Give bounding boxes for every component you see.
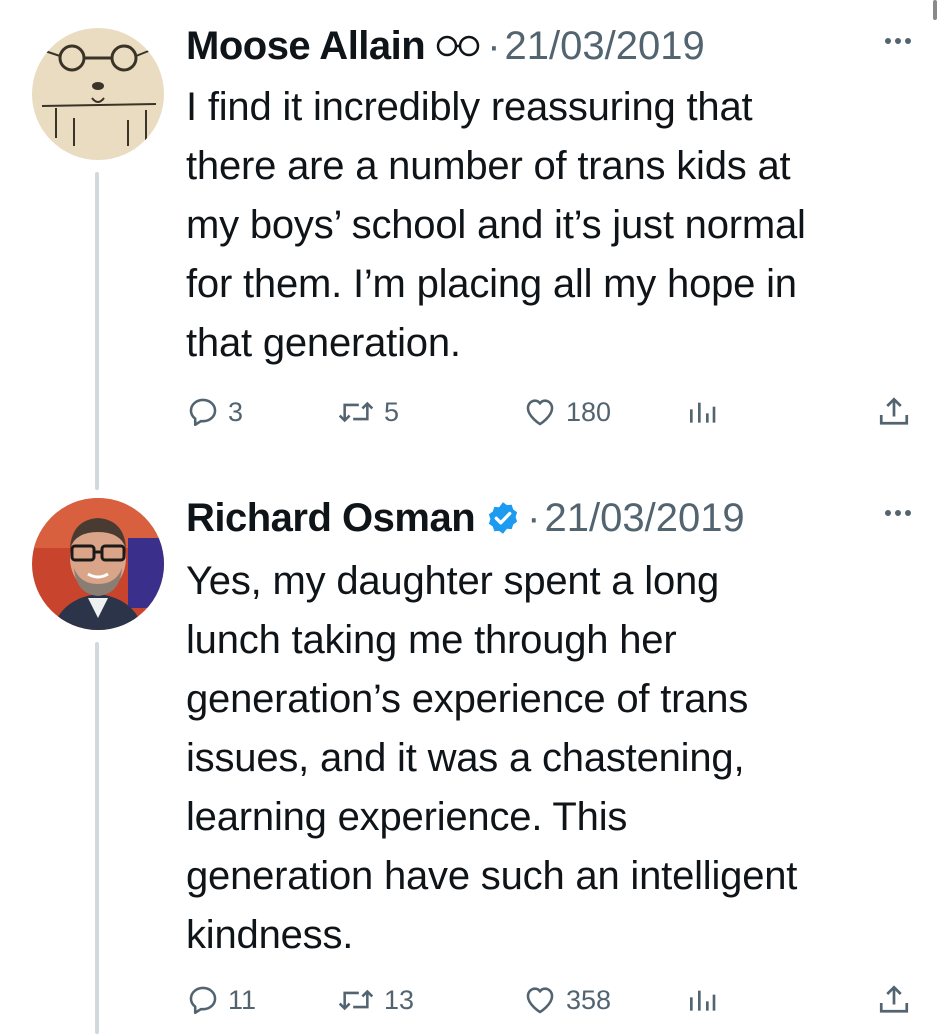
reply-button[interactable]: 3 [186, 390, 243, 434]
separator: · [487, 23, 501, 68]
retweet-button[interactable]: 13 [336, 978, 414, 1022]
separator: · [527, 495, 541, 540]
tweet-date[interactable]: 21/03/2019 [505, 24, 705, 69]
like-button[interactable]: 180 [522, 390, 611, 434]
avatar[interactable] [32, 28, 164, 160]
views-chart-icon [690, 402, 716, 423]
reply-button[interactable]: 11 [186, 978, 256, 1022]
tweet-actions: 3 5 180 [186, 390, 912, 434]
reply-count: 3 [228, 396, 244, 427]
glasses-emoji-icon [435, 34, 481, 58]
retweet-button[interactable]: 5 [336, 390, 399, 434]
views-chart-icon [690, 990, 716, 1011]
verified-badge-icon [485, 500, 521, 536]
views-button[interactable] [686, 390, 718, 434]
thread-line [95, 172, 99, 490]
retweet-count: 5 [384, 396, 400, 427]
heart-icon [526, 987, 554, 1014]
views-button[interactable] [686, 978, 718, 1022]
tweet-actions: 11 13 358 [186, 978, 912, 1022]
man-photo-avatar-image [32, 498, 164, 630]
tweet-header: Richard Osman · 21/03/2019 [186, 492, 911, 544]
reply-icon [189, 398, 217, 427]
tweet-date[interactable]: 21/03/2019 [544, 496, 744, 541]
retweet-icon [338, 989, 374, 1011]
share-icon [879, 397, 909, 425]
thread-line [95, 642, 99, 1034]
author-name[interactable]: Moose Allain [186, 24, 426, 69]
reply-icon [189, 986, 217, 1015]
tweet[interactable]: Richard Osman · 21/03/2019 Yes, my daugh… [0, 490, 945, 1034]
share-button[interactable] [876, 390, 912, 434]
reply-count: 11 [228, 984, 257, 1015]
tweet-text: Yes, my daughter spent a long lunch taki… [186, 559, 798, 957]
author-name[interactable]: Richard Osman [186, 496, 476, 541]
more-options-icon[interactable] [885, 38, 911, 44]
more-options-icon[interactable] [885, 510, 911, 516]
share-button[interactable] [876, 978, 912, 1022]
like-count: 180 [566, 396, 612, 427]
retweet-count: 13 [384, 984, 415, 1015]
retweet-icon [338, 401, 374, 423]
sketch-avatar-image [32, 28, 164, 160]
like-button[interactable]: 358 [522, 978, 611, 1022]
tweet-text: I find it incredibly reassuring that the… [186, 85, 806, 365]
heart-icon [526, 399, 554, 426]
share-icon [879, 985, 909, 1013]
tweet-header: Moose Allain · 21/03/2019 [186, 20, 911, 72]
like-count: 358 [566, 984, 612, 1015]
avatar[interactable] [32, 498, 164, 630]
tweet[interactable]: Moose Allain · 21/03/2019 I find it incr… [0, 0, 945, 490]
